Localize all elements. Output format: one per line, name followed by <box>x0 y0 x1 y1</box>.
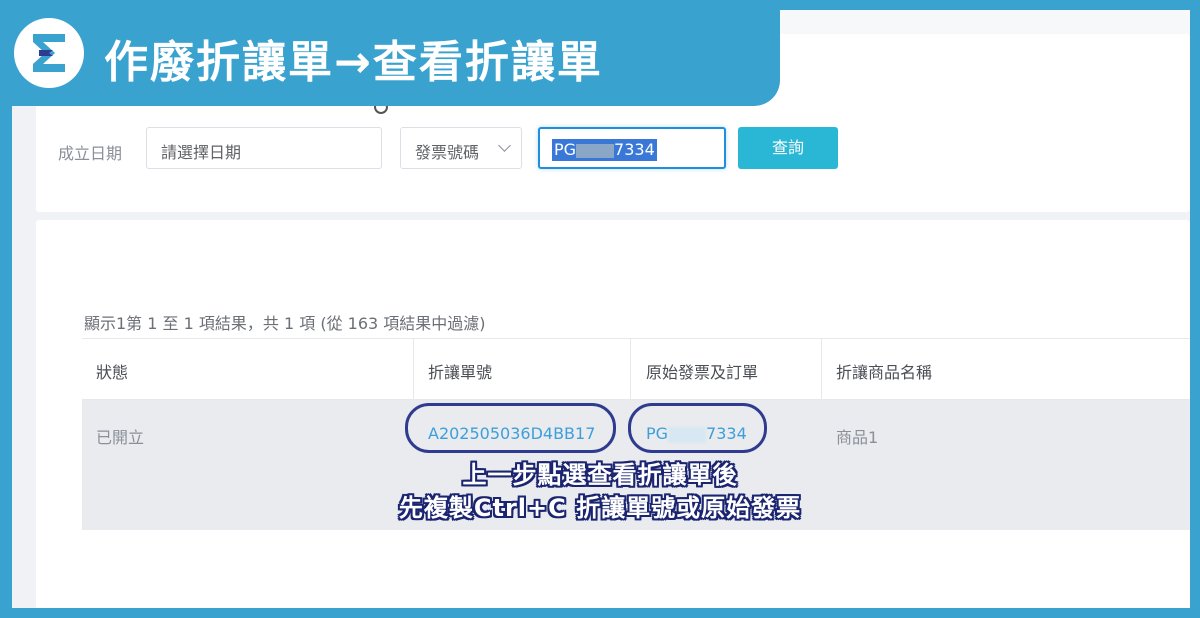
query-button[interactable]: 查詢 <box>738 127 838 169</box>
chevron-down-icon <box>498 139 511 152</box>
page-title: 作廢折讓單→查看折讓單 <box>104 37 603 88</box>
cell-status: 已開立 <box>96 428 145 447</box>
result-info: 顯示1第 1 至 1 項結果，共 1 項 (從 163 項結果中過濾) <box>84 314 486 333</box>
header-product-name: 折讓商品名稱 <box>836 363 933 382</box>
column-divider <box>630 339 631 401</box>
title-banner: 作廢折讓單→查看折讓單 <box>0 0 780 106</box>
search-value-prefix: PG <box>554 140 577 159</box>
date-picker-input[interactable]: 請選擇日期 <box>146 127 382 169</box>
brand-logo <box>14 18 84 88</box>
column-divider <box>821 339 822 401</box>
caption-line-1: 上一步點選查看折讓單後 <box>462 461 738 489</box>
search-value: PG 7334 <box>552 139 657 161</box>
field-select-value: 發票號碼 <box>415 143 480 162</box>
cell-product-name: 商品1 <box>836 428 879 447</box>
search-input[interactable]: PG 7334 <box>538 127 726 169</box>
redacted-mask <box>576 143 615 158</box>
search-value-suffix: 7334 <box>614 140 655 159</box>
table-header: 狀態 折讓單號 原始發票及訂單 折讓商品名稱 <box>82 338 1190 401</box>
header-original-invoice: 原始發票及訂單 <box>646 363 759 382</box>
header-status: 狀態 <box>96 363 129 382</box>
date-label: 成立日期 <box>58 144 123 163</box>
brand-e-logo-icon <box>33 34 65 72</box>
highlight-circle <box>628 403 767 453</box>
field-select[interactable]: 發票號碼 <box>400 127 522 169</box>
highlight-circle <box>405 403 616 453</box>
caption-line-2: 先複製Ctrl+C 折讓單號或原始發票 <box>398 494 802 522</box>
column-divider <box>413 339 414 401</box>
header-allowance-no: 折讓單號 <box>428 363 493 382</box>
